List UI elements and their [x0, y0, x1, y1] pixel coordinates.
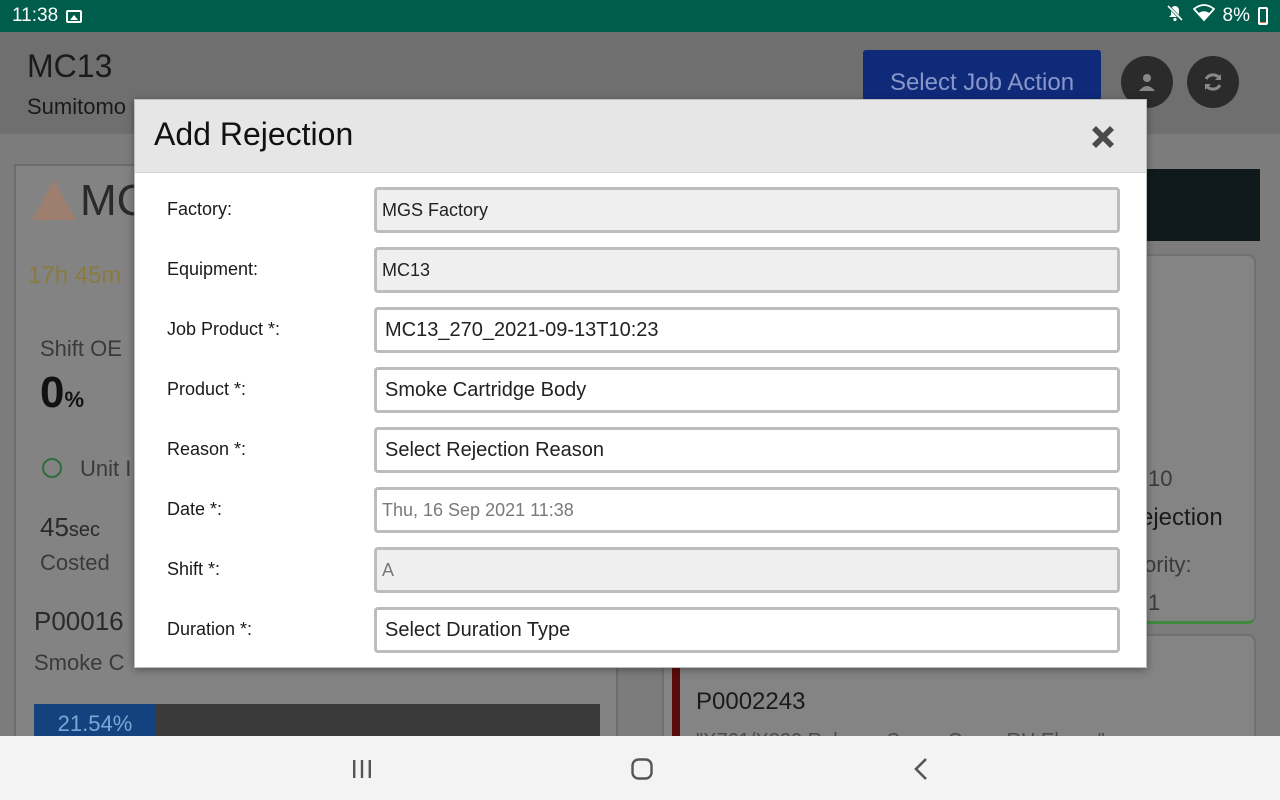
equipment-row: Equipment: MC13: [135, 247, 1146, 293]
warning-icon: [32, 180, 76, 220]
panel-timer: 17h 45m: [28, 262, 122, 289]
date-input[interactable]: Thu, 16 Sep 2021 11:38: [374, 487, 1120, 533]
job-panel-text: ejection: [1140, 504, 1223, 531]
product-name: Smoke C: [34, 650, 125, 675]
wifi-icon: [1192, 3, 1215, 29]
shift-oee-label: Shift OE: [40, 336, 122, 361]
job-panel-text: 10: [1148, 466, 1173, 491]
shift-label: Shift *:: [167, 559, 221, 579]
refresh-icon: [1204, 73, 1222, 91]
unit-label: Unit I: [80, 456, 132, 481]
job-product-select[interactable]: MC13_270_2021-09-13T10:23: [374, 307, 1120, 353]
factory-row: Factory: MGS Factory: [135, 187, 1146, 233]
battery-percent: 8%: [1222, 5, 1250, 26]
reason-row: Reason *: Select Rejection Reason: [135, 427, 1146, 473]
mute-icon: [1165, 3, 1185, 29]
product-code: P00016: [34, 606, 124, 636]
costed-label: Costed: [40, 550, 110, 575]
clock-icon: [42, 458, 62, 478]
date-label: Date *:: [167, 499, 223, 519]
date-row: Date *: Thu, 16 Sep 2021 11:38: [135, 487, 1146, 533]
oee-value: 0%: [40, 368, 85, 417]
refresh-button[interactable]: [1187, 56, 1239, 108]
duration-select[interactable]: Select Duration Type: [374, 607, 1120, 653]
add-rejection-dialog: Add Rejection Factory: MGS Factory Equip…: [134, 99, 1147, 668]
home-button[interactable]: [627, 754, 657, 784]
home-icon: [631, 758, 653, 780]
dialog-header: Add Rejection: [135, 100, 1146, 173]
shift-row: Shift *: A: [135, 547, 1146, 593]
duration-row: Duration *: Select Duration Type: [135, 607, 1146, 653]
reason-select[interactable]: Select Rejection Reason: [374, 427, 1120, 473]
status-bar: 11:38 8%: [0, 0, 1280, 32]
machine-title: MC13: [27, 48, 113, 84]
duration-label: Duration *:: [167, 619, 253, 639]
product-row: Product *: Smoke Cartridge Body: [135, 367, 1146, 413]
user-icon: [1139, 74, 1155, 91]
cycle-seconds: 45sec: [40, 512, 101, 542]
navigation-bar: [0, 736, 1280, 800]
back-icon: [914, 758, 927, 780]
product-label: Product *:: [167, 379, 247, 399]
status-time: 11:38: [12, 5, 59, 26]
machine-subtitle: Sumitomo: [27, 94, 127, 119]
product-select[interactable]: Smoke Cartridge Body: [374, 367, 1120, 413]
job-product-label: Job Product *:: [167, 319, 281, 339]
right-header-block: [1140, 169, 1260, 241]
dialog-title: Add Rejection: [154, 116, 354, 152]
recent-apps-button[interactable]: [347, 754, 377, 784]
job-panel-text: ority:: [1144, 552, 1192, 577]
back-button[interactable]: [907, 754, 937, 784]
job-panel-text: 1: [1148, 590, 1161, 615]
close-button[interactable]: [1086, 120, 1120, 154]
equipment-field: MC13: [374, 247, 1120, 293]
job-product-row: Job Product *: MC13_270_2021-09-13T10:23: [135, 307, 1146, 353]
close-icon: [1092, 126, 1114, 148]
image-icon: [66, 9, 83, 23]
factory-field: MGS Factory: [374, 187, 1120, 233]
equipment-label: Equipment:: [167, 259, 259, 279]
next-job-code: P0002243: [696, 688, 806, 715]
battery-icon: [1258, 7, 1268, 25]
shift-field: A: [374, 547, 1120, 593]
factory-label: Factory:: [167, 199, 233, 219]
reason-label: Reason *:: [167, 439, 247, 459]
recent-apps-icon: [353, 760, 371, 778]
